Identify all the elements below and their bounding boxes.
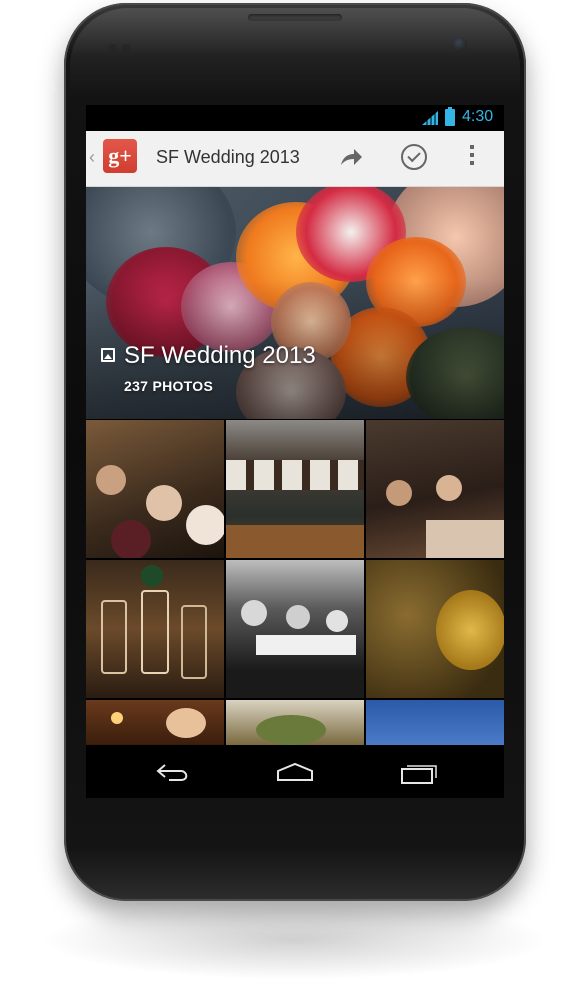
photo-detail <box>146 485 182 521</box>
battery-icon <box>445 107 455 126</box>
photo-detail <box>111 520 151 558</box>
signal-icon <box>422 111 438 125</box>
photo-detail <box>181 605 207 679</box>
back-icon[interactable] <box>155 762 191 782</box>
photo-detail <box>256 715 326 745</box>
photo-detail <box>141 565 163 587</box>
photo-detail <box>256 635 356 655</box>
banquet-hall-photo[interactable] <box>226 420 364 558</box>
action-bar-title: SF Wedding 2013 <box>156 147 300 167</box>
light-sensor <box>122 44 131 53</box>
candles-photo[interactable] <box>86 700 224 745</box>
action-bar: ‹ g+ SF Wedding 2013 <box>86 131 504 187</box>
select-check-icon[interactable] <box>401 144 427 170</box>
phone-screen: 4:30 ‹ g+ SF Wedding 2013 SF Wedding 201… <box>86 105 504 798</box>
photo-detail <box>436 590 504 670</box>
front-camera <box>453 37 467 51</box>
share-icon[interactable] <box>338 145 364 171</box>
recent-apps-icon[interactable] <box>398 762 438 784</box>
navigation-bar <box>86 745 504 798</box>
photo-detail <box>101 600 127 674</box>
album-title: SF Wedding 2013 <box>124 342 316 369</box>
photo-detail <box>326 610 348 632</box>
overflow-menu-icon[interactable] <box>469 145 475 173</box>
photo-detail <box>96 465 126 495</box>
up-caret-icon[interactable]: ‹ <box>89 147 95 168</box>
device-shadow <box>40 900 550 980</box>
photo-detail <box>141 590 169 674</box>
food-plate-photo[interactable] <box>226 700 364 745</box>
photo-detail <box>426 520 504 558</box>
photo-detail <box>186 505 224 545</box>
album-cover-photo[interactable]: SF Wedding 2013 237 PHOTOS <box>86 187 504 419</box>
photo-detail <box>386 480 412 506</box>
photo-detail <box>226 525 364 558</box>
reception-dinner-photo[interactable] <box>86 420 224 558</box>
google-plus-icon[interactable]: g+ <box>103 139 137 173</box>
proximity-sensor <box>108 44 117 53</box>
album-icon <box>101 348 115 362</box>
photo-detail <box>166 708 206 738</box>
photo-detail <box>241 600 267 626</box>
home-icon[interactable] <box>275 762 315 782</box>
sky-photo[interactable] <box>366 700 504 745</box>
black-and-white-guests-photo[interactable] <box>226 560 364 698</box>
status-time: 4:30 <box>462 108 494 125</box>
photo-detail <box>436 475 462 501</box>
photo-count: 237 PHOTOS <box>124 378 214 394</box>
glassware-photo[interactable] <box>86 560 224 698</box>
dinner-table-photo[interactable] <box>366 420 504 558</box>
golden-flowers-photo[interactable] <box>366 560 504 698</box>
photo-detail <box>111 712 123 724</box>
photo-detail <box>286 605 310 629</box>
photo-grid <box>86 420 504 745</box>
status-bar: 4:30 <box>86 105 504 130</box>
earpiece-speaker <box>248 14 342 21</box>
photo-detail <box>226 460 364 490</box>
